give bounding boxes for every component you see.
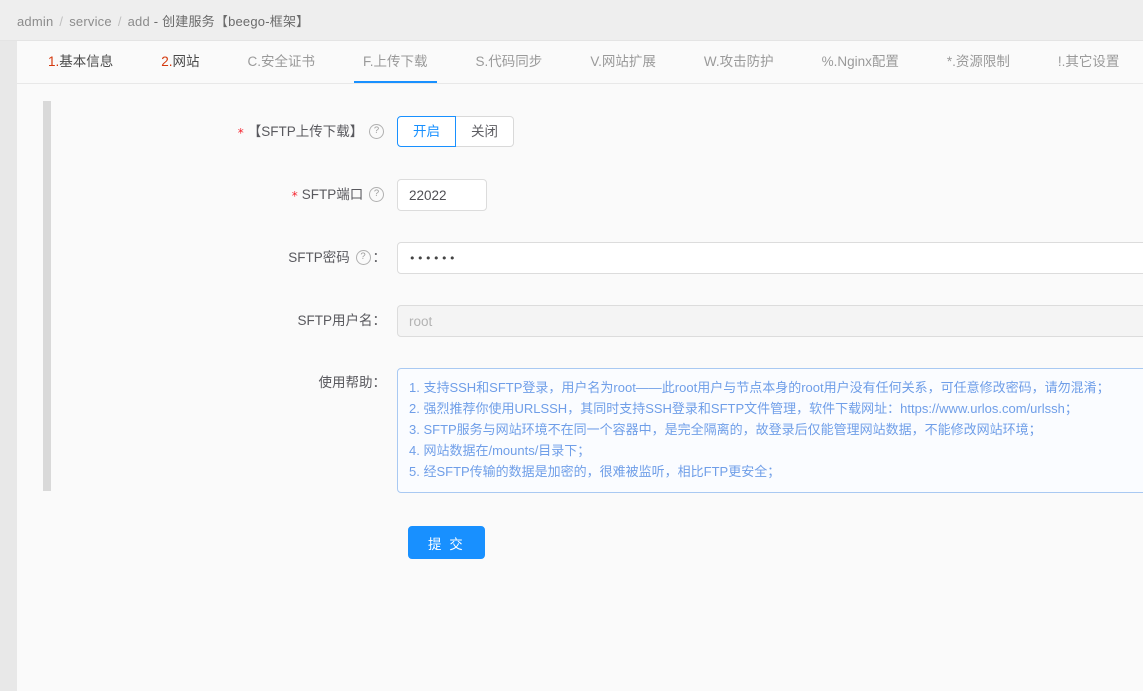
tab-website[interactable]: 2.网站 [145, 41, 215, 83]
form-row-usage-help: 使用帮助： 1. 支持SSH和SFTP登录，用户名为root——此root用户与… [17, 368, 1143, 493]
label-text: 【SFTP上传下载】 [247, 124, 364, 139]
tab-bar: 1.基本信息 2.网站 C.安全证书 F.上传下载 S.代码同步 V.网站扩展 … [17, 41, 1143, 84]
tab-label: W.攻击防护 [703, 54, 774, 69]
tab-label: C.安全证书 [247, 54, 316, 69]
tab-code-sync[interactable]: S.代码同步 [460, 41, 559, 83]
tab-label: !.其它设置 [1057, 54, 1120, 69]
control-sftp-port [397, 179, 1143, 211]
label-sftp-username: SFTP用户名： [17, 305, 397, 337]
tab-label: F.上传下载 [363, 54, 428, 69]
password-masked-value: •••••• [409, 252, 457, 265]
breadcrumb-bar: admin / service / add - 创建服务【beego-框架】 [0, 0, 1143, 41]
form-row-sftp-username: SFTP用户名： [17, 305, 1143, 337]
form-scroll-area: * 【SFTP上传下载】 ? 开启 关闭 * SFTP端口 ? 22022 SF… [17, 84, 1143, 691]
question-circle-icon[interactable]: ? [355, 249, 371, 265]
tab-prefix: 1. [48, 54, 60, 69]
sftp-toggle-option-on[interactable]: 开启 [397, 116, 456, 147]
control-sftp-username [397, 305, 1143, 337]
form-row-sftp-toggle: * 【SFTP上传下载】 ? 开启 关闭 [17, 116, 1143, 148]
label-suffix: ： [372, 313, 387, 328]
required-asterisk-icon: * [291, 189, 298, 203]
label-suffix: ： [372, 375, 387, 390]
form-row-submit: 提 交 [17, 526, 1143, 559]
tab-other-settings[interactable]: !.其它设置 [1042, 41, 1136, 83]
tab-website-extension[interactable]: V.网站扩展 [574, 41, 672, 83]
tab-label: %.Nginx配置 [821, 54, 899, 69]
breadcrumb-separator: / [59, 13, 64, 29]
tab-label: 基本信息 [59, 54, 114, 69]
tab-basic-info[interactable]: 1.基本信息 [32, 41, 129, 83]
tab-attack-protection[interactable]: W.攻击防护 [688, 41, 790, 83]
submit-spacer [17, 526, 408, 559]
tab-nginx-config[interactable]: %.Nginx配置 [806, 41, 915, 83]
label-sftp-port: * SFTP端口 ? [17, 179, 397, 211]
sftp-settings-form: * 【SFTP上传下载】 ? 开启 关闭 * SFTP端口 ? 22022 SF… [17, 84, 1143, 559]
question-circle-icon[interactable]: ? [369, 186, 384, 202]
usage-help-line: 3. SFTP服务与网站环境不在同一个容器中，是完全隔离的，故登录后仅能管理网站… [409, 422, 1042, 437]
usage-help-line: 5. 经SFTP传输的数据是加密的，很难被监听，相比FTP更安全； [409, 464, 781, 479]
sftp-port-input[interactable] [397, 179, 487, 211]
breadcrumb-item-admin[interactable]: admin [17, 14, 53, 29]
label-text: 使用帮助 [318, 375, 373, 390]
breadcrumb-title: - 创建服务【beego-框架】 [153, 13, 310, 29]
sftp-username-input [397, 305, 1143, 337]
breadcrumb: admin / service / add - 创建服务【beego-框架】 [17, 11, 309, 30]
form-row-sftp-port: * SFTP端口 ? [17, 179, 1143, 211]
tab-label: V.网站扩展 [590, 54, 656, 69]
breadcrumb-item-service[interactable]: service [69, 14, 112, 29]
tab-label: S.代码同步 [475, 54, 543, 69]
tab-resource-limit[interactable]: *.资源限制 [931, 41, 1026, 83]
label-sftp-toggle: * 【SFTP上传下载】 ? [17, 116, 397, 148]
usage-help-line: 2. 强烈推荐你使用URLSSH，其同时支持SSH登录和SFTP文件管理，软件下… [409, 401, 1078, 416]
sftp-password-input[interactable]: •••••• [397, 242, 1143, 274]
breadcrumb-item-add[interactable]: add [128, 14, 150, 29]
control-sftp-password: •••••• [397, 242, 1143, 274]
label-suffix: ： [372, 250, 387, 265]
label-text: SFTP密码 [288, 250, 350, 265]
form-row-sftp-password: SFTP密码 ?： •••••• [17, 242, 1143, 274]
submit-button[interactable]: 提 交 [408, 526, 485, 559]
content-panel: 1.基本信息 2.网站 C.安全证书 F.上传下载 S.代码同步 V.网站扩展 … [17, 41, 1143, 691]
tab-upload-download[interactable]: F.上传下载 [347, 41, 444, 83]
control-usage-help: 1. 支持SSH和SFTP登录，用户名为root——此root用户与节点本身的r… [397, 368, 1143, 493]
usage-help-line: 1. 支持SSH和SFTP登录，用户名为root——此root用户与节点本身的r… [409, 380, 1110, 395]
tab-label: *.资源限制 [946, 54, 1010, 69]
breadcrumb-separator: / [117, 13, 122, 29]
label-text: SFTP端口 [301, 187, 364, 202]
control-sftp-toggle: 开启 关闭 [397, 116, 1143, 147]
label-usage-help: 使用帮助： [17, 368, 397, 398]
sftp-toggle-radio-group[interactable]: 开启 关闭 [397, 116, 514, 147]
label-text: SFTP用户名 [297, 313, 373, 328]
label-sftp-password: SFTP密码 ?： [17, 242, 397, 274]
required-asterisk-icon: * [237, 126, 244, 140]
usage-help-line: 4. 网站数据在/mounts/目录下； [409, 443, 591, 458]
tab-prefix: 2. [161, 54, 173, 69]
sftp-toggle-option-off[interactable]: 关闭 [456, 116, 514, 147]
usage-help-textarea[interactable]: 1. 支持SSH和SFTP登录，用户名为root——此root用户与节点本身的r… [397, 368, 1143, 493]
question-circle-icon[interactable]: ? [369, 123, 384, 139]
tab-label: 网站 [172, 54, 200, 69]
tab-security-certificate[interactable]: C.安全证书 [232, 41, 332, 83]
